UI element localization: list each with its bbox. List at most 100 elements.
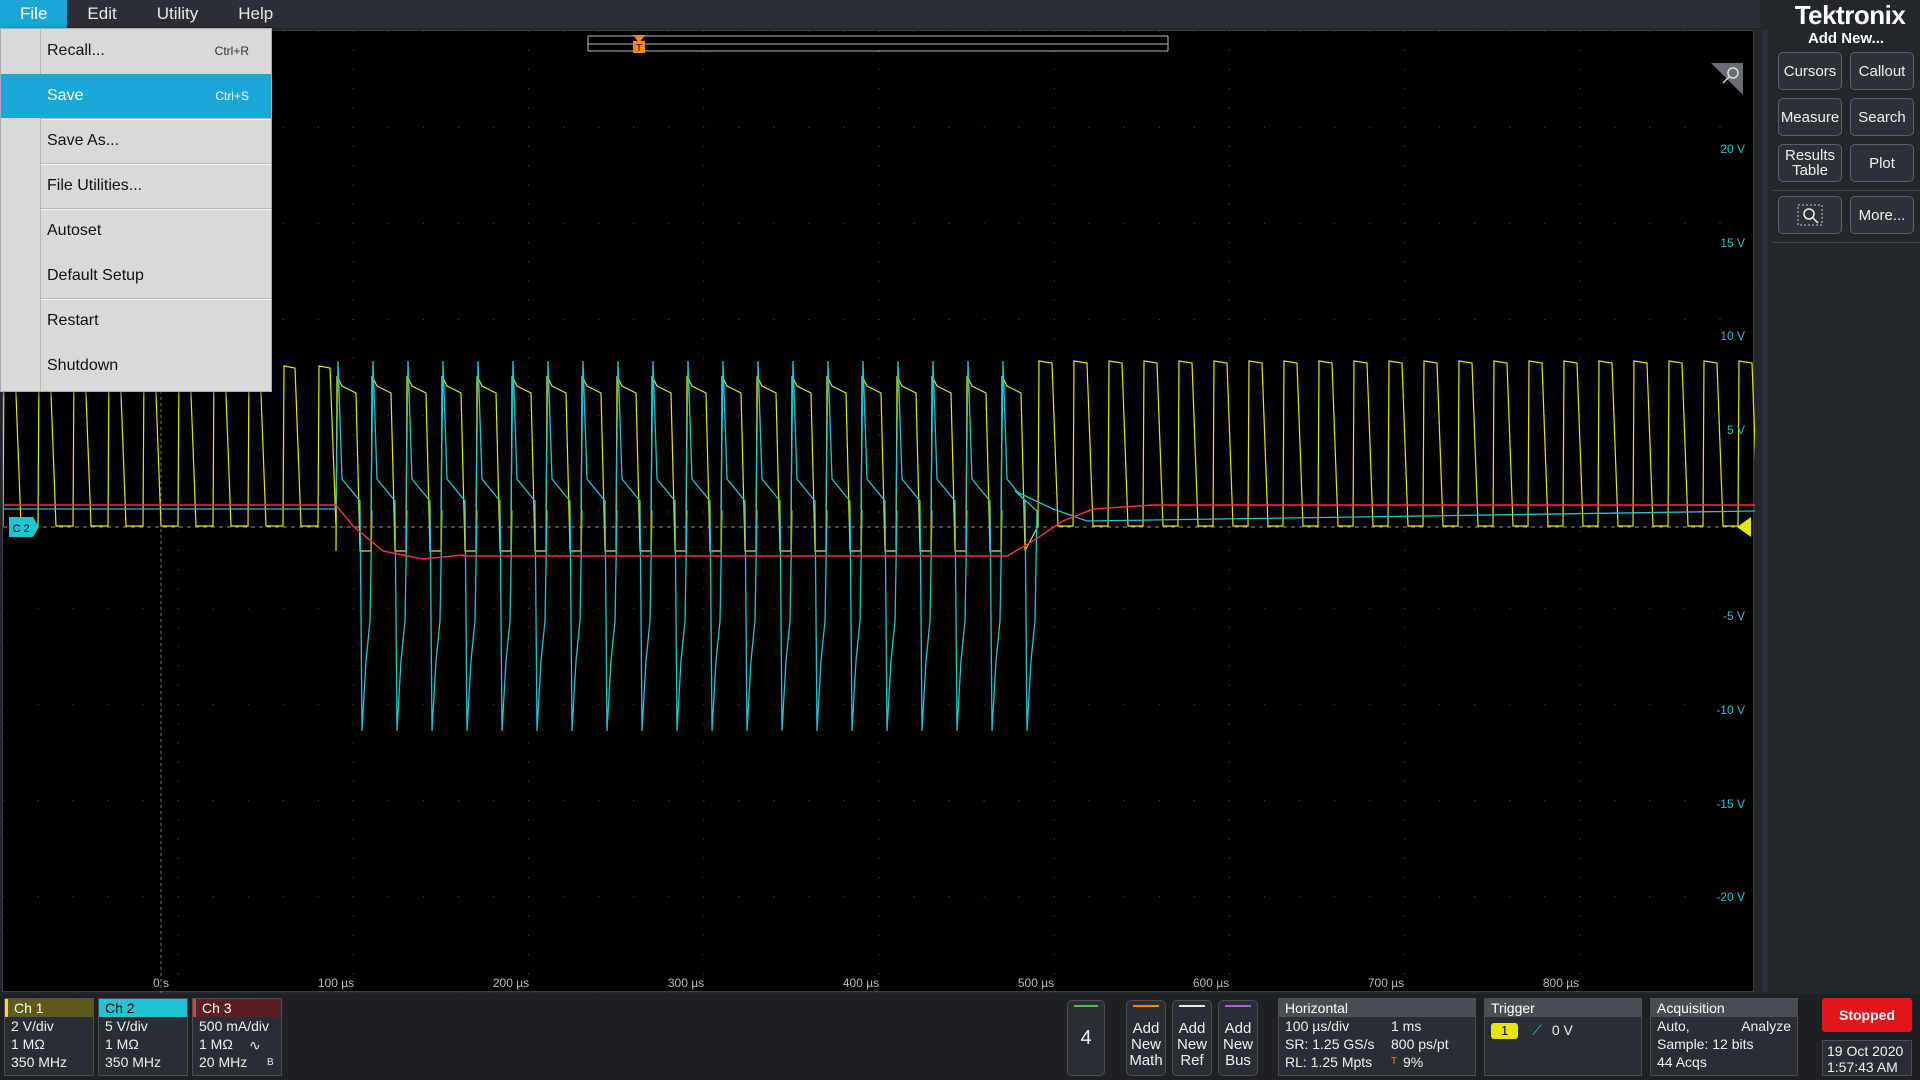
add-new-label: Add New... bbox=[1807, 30, 1885, 47]
plot-button[interactable]: Plot bbox=[1850, 144, 1914, 182]
add-new-ref-button[interactable]: Add New Ref bbox=[1172, 1000, 1212, 1076]
shutdown-label: Shutdown bbox=[47, 357, 119, 374]
menu-file[interactable]: File bbox=[0, 0, 68, 28]
results-table-button[interactable]: Results Table bbox=[1778, 144, 1842, 182]
math-color-bar bbox=[1133, 1005, 1159, 1007]
default-setup-label: Default Setup bbox=[47, 267, 144, 284]
x-tick-label: 200 µs bbox=[493, 976, 529, 990]
trigger-source: 1 bbox=[1491, 1023, 1519, 1039]
add-ref-label-3: Ref bbox=[1180, 1052, 1204, 1069]
trigger-badge[interactable]: Trigger 1 ⟋ 0 V bbox=[1484, 998, 1642, 1076]
menu-item-recall[interactable]: Recall... Ctrl+R bbox=[1, 29, 271, 73]
acquisition-mode: Auto, bbox=[1657, 1018, 1690, 1034]
ch1-badge[interactable]: Ch 1 2 V/div 1 MΩ 350 MHz bbox=[4, 998, 94, 1076]
date-time: 19 Oct 2020 1:57:43 AM bbox=[1822, 1040, 1912, 1076]
horizontal-row-1: 100 µs/div 1 ms bbox=[1279, 1017, 1475, 1035]
y-tick-label: 5 V bbox=[1727, 423, 1745, 437]
scope-window: File Edit Utility Help Tektronix Add New… bbox=[0, 0, 1920, 1080]
rising-edge-icon: ⟋ bbox=[1532, 1022, 1542, 1038]
resolution: 800 ps/pt bbox=[1391, 1036, 1449, 1052]
y-tick-label: -15 V bbox=[1716, 797, 1745, 811]
ch3-impedance: 1 MΩ bbox=[199, 1036, 233, 1052]
ch2-marker-label: C 2 bbox=[12, 523, 29, 535]
add-bus-label-1: Add bbox=[1224, 1020, 1252, 1037]
menu-edit[interactable]: Edit bbox=[67, 0, 136, 28]
bus-color-bar bbox=[1225, 1005, 1251, 1007]
add-ref-label-1: Add bbox=[1178, 1020, 1206, 1037]
x-tick-label: 500 µs bbox=[1018, 976, 1054, 990]
panel-divider-2 bbox=[1772, 242, 1920, 243]
add-bus-label-2: New bbox=[1222, 1036, 1253, 1053]
settings-bar: Ch 1 2 V/div 1 MΩ 350 MHz Ch 2 5 V/div 1… bbox=[0, 994, 1920, 1080]
menu-item-default-setup[interactable]: Default Setup bbox=[1, 254, 271, 298]
horizontal-badge[interactable]: Horizontal 100 µs/div 1 ms SR: 1.25 GS/s 8… bbox=[1278, 998, 1476, 1076]
recall-label: Recall... bbox=[47, 42, 105, 59]
measure-button[interactable]: Measure bbox=[1778, 98, 1842, 136]
ch1-impedance: 1 MΩ bbox=[11, 1036, 45, 1052]
channel-4-button[interactable]: 4 bbox=[1067, 1000, 1105, 1076]
brand-logo: Tektronix bbox=[1794, 0, 1906, 30]
y-tick-label: 20 V bbox=[1720, 142, 1745, 156]
y-tick-label: -20 V bbox=[1716, 890, 1745, 904]
ch3-scale: 500 mA/div bbox=[199, 1018, 270, 1034]
menu-item-shutdown[interactable]: Shutdown bbox=[1, 344, 271, 388]
ch2-scale: 5 V/div bbox=[105, 1018, 148, 1034]
menu-help[interactable]: Help bbox=[218, 0, 293, 28]
more-button[interactable]: More... bbox=[1850, 196, 1914, 234]
ch2-bandwidth: 350 MHz bbox=[105, 1054, 162, 1070]
add-new-math-button[interactable]: Add New Math bbox=[1126, 1000, 1166, 1076]
search-button[interactable]: Search bbox=[1850, 98, 1914, 136]
ch1-title: Ch 1 bbox=[5, 999, 93, 1017]
ch2-ground-marker[interactable]: C 2 bbox=[9, 517, 39, 537]
menu-utility[interactable]: Utility bbox=[137, 0, 219, 28]
acquisition-title: Acquisition bbox=[1651, 999, 1797, 1017]
menu-item-restart[interactable]: Restart bbox=[1, 299, 271, 343]
ac-coupling-icon: ∿ bbox=[249, 1037, 261, 1053]
acquisition-sample: Sample: 12 bits bbox=[1657, 1036, 1754, 1052]
display-resize-handle[interactable] bbox=[1762, 30, 1768, 992]
file-menu-dropdown: Recall... Ctrl+R Save Ctrl+S Save As... … bbox=[0, 28, 272, 392]
y-tick-label: 10 V bbox=[1720, 329, 1745, 343]
trigger-position-marker[interactable]: T bbox=[633, 35, 645, 54]
x-tick-label: 100 µs bbox=[318, 976, 354, 990]
channel-count: 4 bbox=[1080, 1027, 1092, 1049]
ch2-badge[interactable]: Ch 2 5 V/div 1 MΩ 350 MHz bbox=[98, 998, 188, 1076]
zoom-box-button[interactable] bbox=[1778, 196, 1842, 234]
panel-divider bbox=[1772, 190, 1920, 191]
zoom-box-icon bbox=[1797, 204, 1823, 226]
save-shortcut: Ctrl+S bbox=[215, 89, 249, 103]
results-table-label-2: Table bbox=[1792, 162, 1828, 179]
record-length: RL: 1.25 Mpts bbox=[1285, 1054, 1373, 1070]
ch3-badge[interactable]: Ch 3 500 mA/div 1 MΩ 20 MHz ∿ B bbox=[192, 998, 282, 1076]
menu-item-save-as[interactable]: Save As... bbox=[1, 119, 271, 163]
ch1-bandwidth: 350 MHz bbox=[11, 1054, 68, 1070]
restart-label: Restart bbox=[47, 312, 99, 329]
callout-button[interactable]: Callout bbox=[1850, 52, 1914, 90]
add-math-label-1: Add bbox=[1132, 1020, 1160, 1037]
run-stop-status[interactable]: Stopped bbox=[1822, 998, 1912, 1032]
right-panel: Cursors Callout Measure Search Results T… bbox=[1772, 52, 1920, 992]
ch2-trace bbox=[3, 360, 1755, 732]
y-tick-label: -5 V bbox=[1723, 609, 1745, 623]
zoom-icon[interactable] bbox=[1711, 63, 1743, 95]
horizontal-title: Horizontal bbox=[1279, 999, 1475, 1017]
trigger-title: Trigger bbox=[1485, 999, 1641, 1017]
add-bus-label-3: Bus bbox=[1225, 1052, 1251, 1069]
menu-bar: File Edit Utility Help bbox=[0, 0, 1760, 28]
y-tick-label: 15 V bbox=[1720, 236, 1745, 250]
add-new-bus-button[interactable]: Add New Bus bbox=[1218, 1000, 1258, 1076]
ch1-scale: 2 V/div bbox=[11, 1018, 54, 1034]
x-tick-label: 0 s bbox=[153, 976, 169, 990]
menu-item-save[interactable]: Save Ctrl+S bbox=[1, 74, 271, 118]
acquisition-badge[interactable]: Acquisition Auto, Analyze Sample: 12 bits… bbox=[1650, 998, 1798, 1076]
horizontal-position: 9% bbox=[1403, 1054, 1424, 1070]
cursors-button[interactable]: Cursors bbox=[1778, 52, 1842, 90]
trigger-level-marker[interactable] bbox=[1737, 517, 1751, 537]
trigger-row: 1 ⟋ 0 V bbox=[1485, 1017, 1641, 1039]
menu-item-autoset[interactable]: Autoset bbox=[1, 209, 271, 253]
save-label: Save bbox=[47, 87, 84, 104]
add-math-label-2: New bbox=[1130, 1036, 1161, 1053]
menu-item-file-utilities[interactable]: File Utilities... bbox=[1, 164, 271, 208]
record-overview[interactable] bbox=[587, 35, 1169, 52]
save-as-label: Save As... bbox=[47, 132, 120, 149]
